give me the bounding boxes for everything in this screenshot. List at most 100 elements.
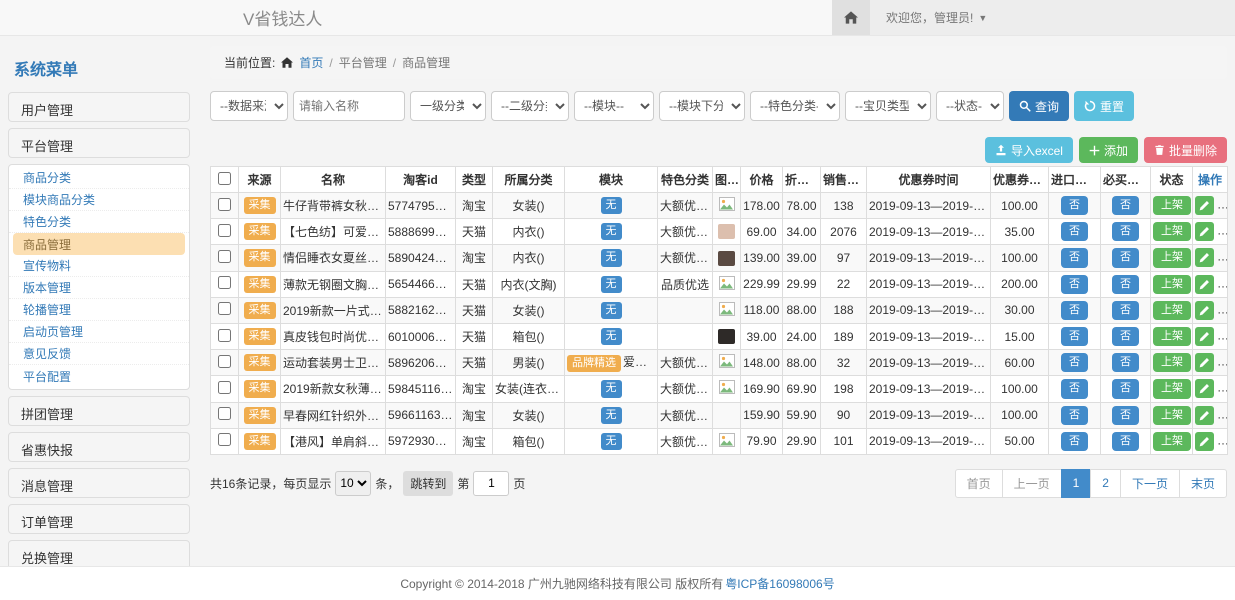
sidebar-item-product-category[interactable]: 商品分类 [9, 167, 189, 189]
sidebar-item-group-buy-management[interactable]: 拼团管理 [8, 396, 190, 426]
must-buy-toggle[interactable]: 否 [1112, 196, 1139, 215]
taoke-id: 597293020870 [386, 428, 456, 454]
import-excel-button[interactable]: 导入excel [985, 137, 1073, 163]
feature-category-filter[interactable]: --特色分类-- [750, 91, 840, 121]
data-source-filter[interactable]: --数据来源-- [210, 91, 288, 121]
last-page-button[interactable]: 末页 [1179, 469, 1227, 498]
status-button[interactable]: 上架 [1153, 353, 1191, 372]
next-page-button[interactable]: 下一页 [1120, 469, 1180, 498]
edit-button[interactable] [1195, 248, 1214, 267]
product-category: 内衣(文胸) [493, 271, 565, 297]
sidebar-item-feature-category[interactable]: 特色分类 [9, 211, 189, 233]
import-select-toggle[interactable]: 否 [1061, 196, 1088, 215]
home-icon[interactable] [832, 0, 870, 35]
status-button[interactable]: 上架 [1153, 275, 1191, 294]
status-button[interactable]: 上架 [1153, 248, 1191, 267]
import-select-toggle[interactable]: 否 [1061, 275, 1088, 294]
add-button[interactable]: 添加 [1079, 137, 1138, 163]
import-select-toggle[interactable]: 否 [1061, 222, 1088, 241]
sidebar-item-platform-config[interactable]: 平台配置 [9, 365, 189, 387]
sidebar-item-user-management[interactable]: 用户管理 [8, 92, 190, 122]
row-checkbox[interactable] [218, 198, 231, 211]
import-select-toggle[interactable]: 否 [1061, 248, 1088, 267]
user-menu[interactable]: 欢迎您，管理员! ▼ [870, 0, 1235, 35]
must-buy-toggle[interactable]: 否 [1112, 406, 1139, 425]
query-button[interactable]: 查询 [1009, 91, 1069, 121]
name-search-input[interactable] [293, 91, 405, 121]
sidebar-item-feedback[interactable]: 意见反馈 [9, 343, 189, 365]
status-button[interactable]: 上架 [1153, 432, 1191, 451]
reset-button[interactable]: 重置 [1074, 91, 1134, 121]
edit-button[interactable] [1195, 432, 1214, 451]
status-button[interactable]: 上架 [1153, 327, 1191, 346]
edit-button[interactable] [1195, 196, 1214, 215]
status-button[interactable]: 上架 [1153, 301, 1191, 320]
import-select-toggle[interactable]: 否 [1061, 406, 1088, 425]
sidebar-item-savings-express[interactable]: 省惠快报 [8, 432, 190, 462]
sidebar-item-version-management[interactable]: 版本管理 [9, 277, 189, 299]
sidebar-item-order-management[interactable]: 订单管理 [8, 504, 190, 534]
per-page-select[interactable]: 10 [335, 471, 371, 496]
row-checkbox[interactable] [218, 355, 231, 368]
status-filter[interactable]: --状态-- [936, 91, 1004, 121]
import-select-toggle[interactable]: 否 [1061, 432, 1088, 451]
first-page-button[interactable]: 首页 [955, 469, 1003, 498]
import-select-toggle[interactable]: 否 [1061, 379, 1088, 398]
import-select-toggle[interactable]: 否 [1061, 327, 1088, 346]
status-button[interactable]: 上架 [1153, 222, 1191, 241]
edit-button[interactable] [1195, 301, 1214, 320]
table-row: 采集薄款无钢圈文胸聚拢性...565446685867天猫内衣(文胸)无品质优选… [211, 271, 1228, 297]
edit-button[interactable] [1195, 275, 1214, 294]
breadcrumb-home-link[interactable]: 首页 [299, 54, 323, 71]
level1-category-filter[interactable]: 一级分类 [410, 91, 486, 121]
row-checkbox[interactable] [218, 276, 231, 289]
page-1-button[interactable]: 1 [1061, 469, 1092, 498]
row-checkbox[interactable] [218, 329, 231, 342]
page-number-input[interactable] [473, 471, 509, 496]
status-button[interactable]: 上架 [1153, 379, 1191, 398]
select-all-checkbox[interactable] [218, 172, 231, 185]
import-select-toggle[interactable]: 否 [1061, 353, 1088, 372]
batch-delete-button[interactable]: 批量删除 [1144, 137, 1227, 163]
row-checkbox[interactable] [218, 250, 231, 263]
must-buy-toggle[interactable]: 否 [1112, 327, 1139, 346]
sidebar-item-message-management[interactable]: 消息管理 [8, 468, 190, 498]
edit-button[interactable] [1195, 353, 1214, 372]
module-filter[interactable]: --模块-- [574, 91, 654, 121]
icon-cell [713, 402, 741, 428]
jump-button[interactable]: 跳转到 [403, 471, 453, 496]
level2-category-filter[interactable]: --二级分类-- [491, 91, 569, 121]
sidebar-item-platform-management[interactable]: 平台管理 [8, 128, 190, 158]
row-checkbox[interactable] [218, 433, 231, 446]
column-header: 销售数量 [821, 167, 867, 193]
must-buy-toggle[interactable]: 否 [1112, 275, 1139, 294]
must-buy-toggle[interactable]: 否 [1112, 248, 1139, 267]
status-button[interactable]: 上架 [1153, 406, 1191, 425]
page-2-button[interactable]: 2 [1090, 469, 1121, 498]
sidebar-item-promo-material[interactable]: 宣传物料 [9, 255, 189, 277]
status-button[interactable]: 上架 [1153, 196, 1191, 215]
sales-count: 2076 [821, 219, 867, 245]
sidebar-item-product-management[interactable]: 商品管理 [13, 233, 185, 255]
row-checkbox[interactable] [218, 224, 231, 237]
must-buy-toggle[interactable]: 否 [1112, 432, 1139, 451]
prev-page-button[interactable]: 上一页 [1002, 469, 1062, 498]
icp-link[interactable]: 粤ICP备16098006号 [725, 575, 834, 592]
edit-button[interactable] [1195, 379, 1214, 398]
edit-button[interactable] [1195, 327, 1214, 346]
edit-button[interactable] [1195, 222, 1214, 241]
row-checkbox[interactable] [218, 302, 231, 315]
item-type-filter[interactable]: --宝贝类型-- [845, 91, 931, 121]
must-buy-toggle[interactable]: 否 [1112, 379, 1139, 398]
sidebar-item-carousel-management[interactable]: 轮播管理 [9, 299, 189, 321]
sidebar-item-splash-page-management[interactable]: 启动页管理 [9, 321, 189, 343]
must-buy-toggle[interactable]: 否 [1112, 222, 1139, 241]
sidebar-item-module-product-category[interactable]: 模块商品分类 [9, 189, 189, 211]
import-select-toggle[interactable]: 否 [1061, 301, 1088, 320]
must-buy-toggle[interactable]: 否 [1112, 301, 1139, 320]
module-subcategory-filter[interactable]: --模块下分类-- [659, 91, 745, 121]
row-checkbox[interactable] [218, 381, 231, 394]
must-buy-toggle[interactable]: 否 [1112, 353, 1139, 372]
row-checkbox[interactable] [218, 407, 231, 420]
edit-button[interactable] [1195, 406, 1214, 425]
